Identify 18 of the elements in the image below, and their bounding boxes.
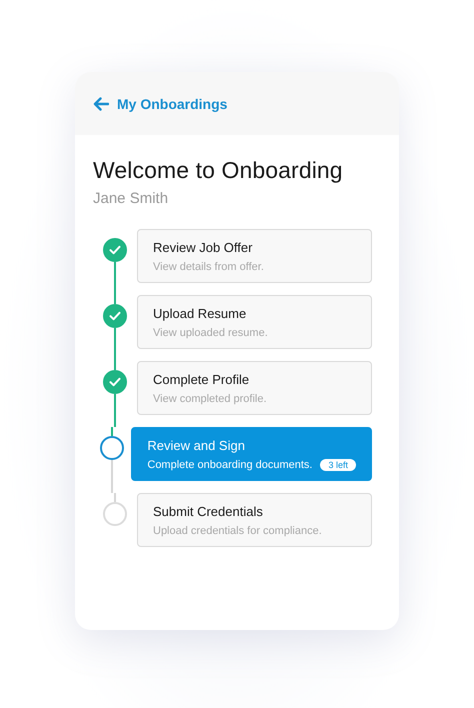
back-arrow-icon: [93, 96, 109, 110]
step-title: Complete Profile: [153, 372, 250, 386]
user-name: Jane Smith: [93, 190, 170, 207]
step-card[interactable]: Upload Resume View uploaded resume.: [137, 295, 372, 349]
page-title: Welcome to Onboarding: [93, 157, 344, 184]
step-card[interactable]: Review Job Offer View details from offer.: [137, 229, 372, 283]
step-description: View details from offer.: [153, 260, 264, 272]
step-title: Review Job Offer: [153, 240, 254, 254]
step-card[interactable]: Complete Profile View completed profile.: [137, 361, 372, 415]
step-card[interactable]: Submit Credentials Upload credentials for compliance.: [137, 493, 372, 547]
step-description: View uploaded resume.: [153, 326, 268, 338]
step-description: Upload credentials for compliance.: [153, 524, 322, 536]
step-title: Submit Credentials: [153, 504, 264, 518]
step-title: Review and Sign: [147, 438, 246, 452]
remaining-badge: 3 left: [320, 458, 356, 470]
step-description: View completed profile.: [153, 392, 267, 404]
step-title: Upload Resume: [153, 306, 248, 320]
step-description: Complete onboarding documents.: [147, 458, 312, 470]
